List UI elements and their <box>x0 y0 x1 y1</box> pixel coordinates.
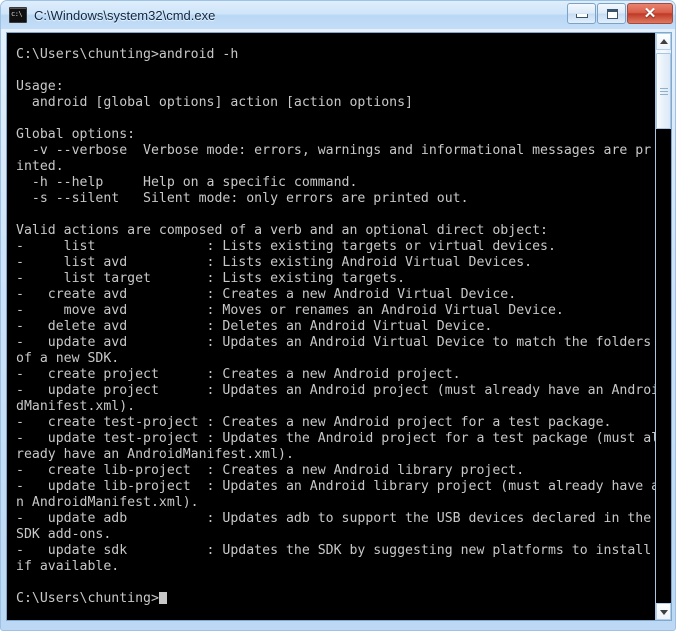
minimize-button[interactable] <box>567 3 596 24</box>
caption-buttons: ✕ <box>566 3 673 24</box>
cmd-window: C:\Windows\system32\cmd.exe ✕ C:\Users\c… <box>0 0 676 631</box>
console-prompt: C:\Users\chunting> <box>16 591 159 606</box>
vertical-scrollbar[interactable] <box>655 33 671 620</box>
thumb-grip-line <box>660 88 668 89</box>
console-output: C:\Users\chunting>android -h Usage: andr… <box>16 47 655 607</box>
close-button[interactable]: ✕ <box>627 3 673 24</box>
scroll-up-arrow-icon <box>660 39 668 44</box>
scroll-down-arrow-button[interactable] <box>656 603 671 620</box>
console-client-area: C:\Users\chunting>android -h Usage: andr… <box>6 32 672 621</box>
minimize-icon <box>576 14 588 18</box>
scroll-up-arrow-button[interactable] <box>656 33 671 50</box>
console-output-text: C:\Users\chunting>android -h Usage: andr… <box>16 47 655 574</box>
titlebar-left-group: C:\Windows\system32\cmd.exe <box>9 5 215 25</box>
scroll-down-arrow-icon <box>660 610 668 615</box>
console-screen[interactable]: C:\Users\chunting>android -h Usage: andr… <box>7 33 655 620</box>
maximize-icon <box>607 9 618 19</box>
thumb-grip-line <box>660 94 668 95</box>
window-title: C:\Windows\system32\cmd.exe <box>34 7 216 23</box>
window-titlebar[interactable]: C:\Windows\system32\cmd.exe ✕ <box>1 1 675 29</box>
thumb-grip-line <box>660 91 668 92</box>
maximize-button[interactable] <box>597 3 626 24</box>
close-icon: ✕ <box>643 5 657 22</box>
block-cursor-icon <box>158 592 167 604</box>
cmd-console-icon <box>9 7 27 23</box>
scrollbar-track[interactable] <box>656 129 671 603</box>
scrollbar-thumb[interactable] <box>656 53 671 129</box>
